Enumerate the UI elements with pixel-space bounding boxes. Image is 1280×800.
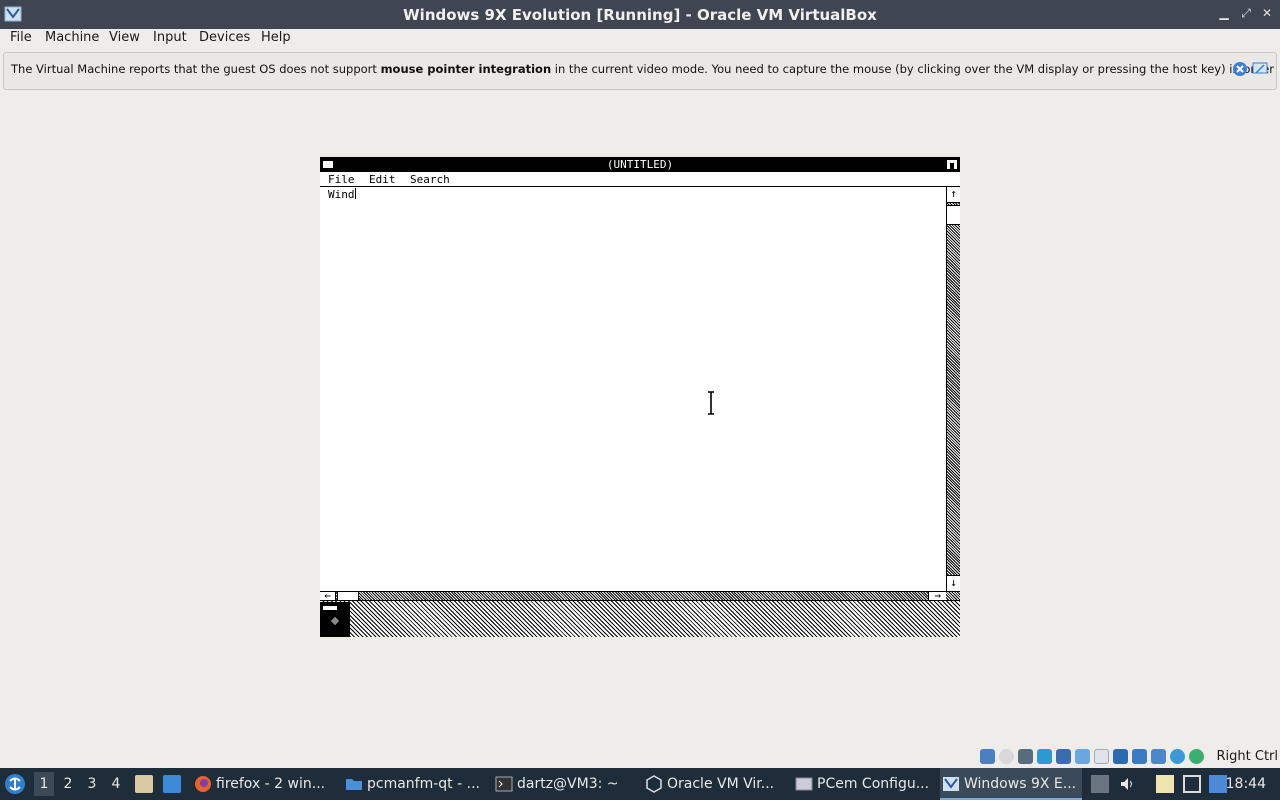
vm-status-bar: Right Ctrl — [980, 748, 1280, 766]
workspace-3[interactable]: 3 — [82, 776, 102, 792]
firefox-icon — [195, 776, 211, 792]
vertical-scroll-thumb[interactable] — [947, 205, 960, 225]
guest-menubar: File Edit Search — [320, 172, 960, 187]
network-icon[interactable] — [1056, 749, 1071, 764]
screen-icon[interactable] — [1183, 775, 1201, 793]
hard-disk-icon[interactable] — [980, 749, 995, 764]
workspace-4[interactable]: 4 — [106, 776, 126, 792]
task-pcem[interactable]: PCem Configu... — [793, 768, 933, 800]
scroll-up-icon[interactable]: ↑ — [947, 187, 960, 203]
task-virtualbox-manager[interactable]: Oracle VM Vir... — [643, 768, 785, 800]
guest-menu-search[interactable]: Search — [410, 172, 450, 187]
volume-icon[interactable] — [1119, 775, 1137, 793]
clipboard-icon[interactable] — [1156, 775, 1174, 793]
desktop-launcher-icon[interactable] — [163, 775, 181, 793]
audio-icon[interactable] — [1037, 749, 1052, 764]
guest-horizontal-scrollbar[interactable]: ← → — [320, 590, 960, 601]
folder-icon — [346, 779, 362, 790]
workspace-2[interactable]: 2 — [58, 776, 78, 792]
maximize-button[interactable]: ⤢ — [1237, 4, 1255, 22]
network-tray-icon[interactable] — [1209, 775, 1227, 793]
close-button[interactable]: ✕ — [1258, 4, 1276, 22]
display-icon[interactable] — [1113, 749, 1128, 764]
guest-window-titlebar: (UNTITLED) — [320, 157, 960, 172]
guest-menu-file[interactable]: File — [328, 172, 355, 187]
scroll-right-icon[interactable]: → — [928, 590, 946, 601]
banner-text-after: in the current video mode. You need to c… — [551, 62, 1275, 76]
menu-input[interactable]: Input — [153, 30, 187, 45]
scroll-down-icon[interactable]: ↓ — [947, 575, 960, 591]
usb-icon[interactable] — [1075, 749, 1090, 764]
mouse-integration-banner: The Virtual Machine reports that the gue… — [3, 52, 1277, 90]
mouse-capture-icon[interactable] — [1252, 61, 1268, 77]
clock[interactable]: 18:44 — [1226, 776, 1266, 792]
menu-devices[interactable]: Devices — [199, 30, 250, 45]
workspace-1[interactable]: 1 — [34, 772, 54, 796]
file-manager-launcher-icon[interactable] — [135, 775, 153, 793]
horizontal-scroll-thumb[interactable] — [337, 592, 359, 600]
menu-help[interactable]: Help — [261, 30, 291, 45]
vm-display[interactable]: (UNTITLED) File Edit Search Wind ↑ ↓ ← → — [320, 157, 960, 637]
guest-vertical-scrollbar[interactable]: ↑ ↓ — [946, 187, 960, 591]
start-menu-icon[interactable] — [4, 773, 26, 795]
guest-system-menu-icon[interactable] — [322, 160, 334, 169]
menu-file[interactable]: File — [10, 30, 32, 45]
terminal-icon — [495, 776, 513, 792]
task-label: pcmanfm-qt - ... — [367, 776, 480, 792]
cpu-icon[interactable] — [1170, 749, 1185, 764]
menubar: File Machine View Input Devices Help — [0, 29, 1280, 49]
host-key-label[interactable]: Right Ctrl — [1217, 749, 1279, 764]
guest-additions-icon[interactable] — [1151, 749, 1166, 764]
task-label: Windows 9X E... — [964, 776, 1077, 792]
document-text: Wind — [328, 188, 355, 201]
window-icon — [795, 777, 813, 791]
tray-app-icon[interactable] — [1091, 775, 1109, 793]
guest-iconic-app-icon[interactable] — [320, 602, 350, 637]
banner-text-before: The Virtual Machine reports that the gue… — [11, 62, 381, 76]
task-label: Oracle VM Vir... — [667, 776, 775, 792]
scroll-left-icon[interactable]: ← — [320, 590, 336, 601]
guest-window-title: (UNTITLED) — [606, 158, 674, 171]
shared-folders-icon[interactable] — [1094, 749, 1109, 764]
task-terminal[interactable]: dartz@VM3: ~ — [493, 768, 633, 800]
banner-message: The Virtual Machine reports that the gue… — [11, 62, 1274, 76]
optical-drive-icon[interactable] — [999, 749, 1014, 764]
guest-maximize-icon[interactable] — [946, 159, 958, 170]
close-notification-icon[interactable] — [1232, 61, 1248, 77]
task-label: firefox - 2 win... — [216, 776, 326, 792]
task-windows-9x-vm[interactable]: Windows 9X E... — [940, 768, 1082, 800]
window-titlebar: Windows 9X Evolution [Running] - Oracle … — [0, 0, 1280, 29]
task-firefox[interactable]: firefox - 2 win... — [192, 768, 337, 800]
menu-view[interactable]: View — [109, 30, 140, 45]
task-label: PCem Configu... — [817, 776, 930, 792]
guest-document-area[interactable]: Wind — [328, 188, 356, 201]
guest-menu-edit[interactable]: Edit — [369, 172, 396, 187]
video-capture-icon[interactable] — [1132, 749, 1147, 764]
virtualbox-icon — [646, 775, 662, 793]
window-title: Windows 9X Evolution [Running] - Oracle … — [403, 6, 877, 24]
guest-desktop-pattern — [320, 601, 960, 637]
virtualbox-vm-icon — [943, 777, 959, 791]
task-pcmanfm[interactable]: pcmanfm-qt - ... — [343, 768, 483, 800]
banner-text-bold: mouse pointer integration — [380, 62, 552, 76]
text-caret — [354, 188, 356, 199]
mouse-integration-icon[interactable] — [1189, 749, 1204, 764]
taskbar: 1 2 3 4 firefox - 2 win... pcmanfm-qt - … — [0, 768, 1280, 800]
ibeam-cursor-icon — [708, 391, 714, 415]
minimize-button[interactable]: ▁ — [1215, 4, 1233, 22]
task-label: dartz@VM3: ~ — [517, 776, 619, 792]
floppy-icon[interactable] — [1018, 749, 1033, 764]
menu-machine[interactable]: Machine — [45, 30, 99, 45]
